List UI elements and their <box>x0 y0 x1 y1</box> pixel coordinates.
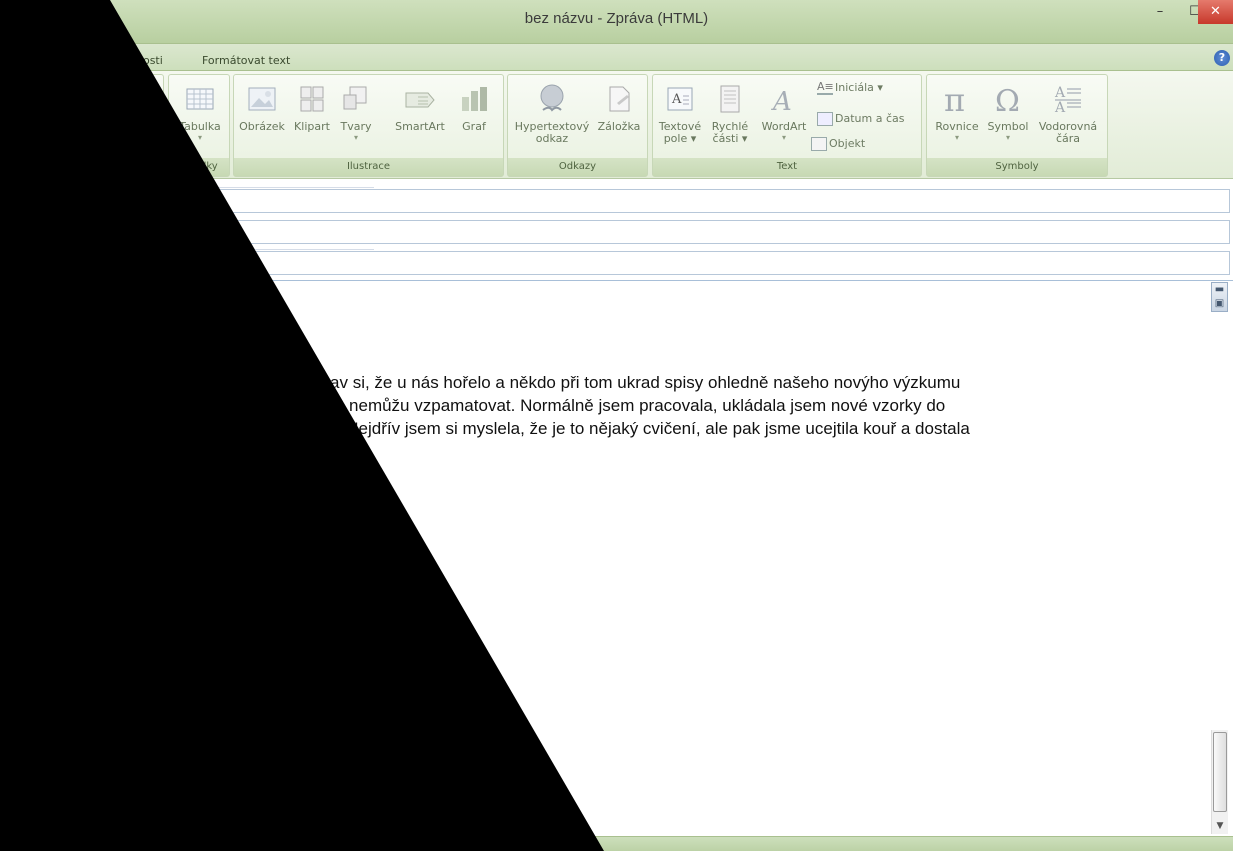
ribbon-group-text: A Textové pole ▾ Rychlé části ▾ A WordAr… <box>652 74 922 177</box>
vertical-scrollbar[interactable]: ▼ <box>1211 730 1228 834</box>
equation-button[interactable]: π Rovnice ▾ <box>929 81 985 143</box>
textbox-button[interactable]: A Textové pole ▾ <box>655 83 705 145</box>
quickparts-icon <box>720 85 740 113</box>
datetime-icon <box>817 112 833 126</box>
calendar-icon <box>68 88 94 112</box>
table-button[interactable]: Tabulka ▾ <box>173 83 227 143</box>
clipart-button[interactable]: Klipart <box>288 83 336 133</box>
dropcap-icon: A≡ <box>817 80 834 95</box>
signature-pen-icon <box>124 86 148 112</box>
body-line: rm. Nejdřív jsem si myslela, že je to ně… <box>317 419 970 438</box>
ribbon-tabs: Vložení Možnosti Formátovat text <box>0 44 1233 72</box>
picture-button[interactable]: Obrázek <box>234 83 290 133</box>
picture-icon <box>248 87 276 111</box>
cc-field[interactable] <box>90 220 1230 244</box>
close-button[interactable]: ✕ <box>1198 0 1233 24</box>
table-icon <box>186 88 214 110</box>
omega-symbol-icon: Ω <box>995 84 1020 119</box>
dropcap-button[interactable]: A≡Iniciála ▾ <box>817 81 883 95</box>
wordart-button[interactable]: A WordArt ▾ <box>757 83 811 143</box>
scrollbar-thumb[interactable] <box>1213 732 1227 812</box>
field-divider <box>120 249 374 250</box>
body-line: z toho nemůžu vzpamatovat. Normálně jsem… <box>298 396 946 415</box>
ribbon: dář Podpis ▾ ⊡ Tabulka ▾ Tabulky Obrázek <box>0 71 1233 179</box>
svg-text:π: π <box>944 83 965 115</box>
dialog-launcher-icon[interactable]: ⊡ <box>152 164 159 173</box>
signature-button[interactable]: Podpis ▾ <box>111 83 161 143</box>
help-icon[interactable]: ? <box>1214 50 1230 66</box>
scroll-down-icon[interactable]: ▼ <box>1212 818 1228 834</box>
group-label-tabulky: Tabulky <box>169 158 229 176</box>
svg-text:A: A <box>1054 100 1066 115</box>
chart-button[interactable]: Graf <box>452 83 496 133</box>
group-label-text: Text <box>653 158 921 176</box>
ruler-toggle-icon[interactable]: ▬ ▣ <box>1211 282 1228 312</box>
object-button[interactable]: Objekt <box>811 137 865 151</box>
shapes-icon <box>343 86 367 110</box>
horizontal-line-icon: AA <box>1054 85 1081 116</box>
message-body[interactable]: !!! Představ si, že u nás hořelo a někdo… <box>240 371 1233 440</box>
message-body-border <box>0 280 1233 281</box>
outlook-message-window: ↶ ↷ ▾ bez názvu - Zpráva (HTML) – ☐ ✕ Vl… <box>0 0 1233 851</box>
tab-formatovat-text[interactable]: Formátovat text <box>194 50 298 72</box>
status-bar <box>0 836 1233 851</box>
smartart-button[interactable]: SmartArt <box>390 83 450 133</box>
smartart-icon <box>405 92 435 108</box>
tab-vlozeni[interactable]: Vložení <box>20 50 78 72</box>
group-label-ilustrace: Ilustrace <box>234 158 503 176</box>
textbox-icon: A <box>667 87 693 111</box>
ribbon-group-links: Hypertextový odkaz Záložka Odkazy <box>507 74 648 177</box>
ribbon-group-include: dář Podpis ▾ ⊡ <box>30 74 164 177</box>
tab-moznosti[interactable]: Možnosti <box>106 50 171 72</box>
svg-text:A: A <box>671 92 682 107</box>
datetime-button[interactable]: Datum a čas <box>817 112 904 126</box>
bookmark-button[interactable]: Záložka <box>594 83 644 133</box>
chart-icon <box>462 87 487 111</box>
wordart-icon: A <box>771 87 792 117</box>
minimize-button[interactable]: – <box>1142 0 1178 24</box>
svg-text:Ω: Ω <box>995 84 1020 115</box>
group-label-symboly: Symboly <box>927 158 1107 176</box>
object-icon <box>811 137 827 151</box>
to-field[interactable]: sky@seznam.cz <box>90 189 1230 213</box>
ribbon-group-illustrations: Obrázek Klipart Tvary ▾ SmartArt Graf Il… <box>233 74 504 177</box>
hyperlink-globe-icon <box>540 84 564 112</box>
calendar-button[interactable]: dář <box>61 83 101 133</box>
ribbon-group-tables: Tabulka ▾ Tabulky <box>168 74 230 177</box>
bookmark-icon <box>609 86 630 112</box>
symbol-button[interactable]: Ω Symbol ▾ <box>985 83 1031 143</box>
horizontal-line-button[interactable]: AA Vodorovná čára <box>1033 83 1103 145</box>
svg-text:A: A <box>1054 85 1066 101</box>
svg-text:A: A <box>771 87 792 115</box>
subject-field[interactable] <box>90 251 1230 275</box>
shapes-button[interactable]: Tvary ▾ <box>336 83 376 143</box>
group-label-odkazy: Odkazy <box>508 158 647 176</box>
window-title: bez názvu - Zpráva (HTML) <box>524 10 709 27</box>
body-line: !!! Představ si, že u nás hořelo a někdo… <box>262 373 961 392</box>
ribbon-group-symbols: π Rovnice ▾ Ω Symbol ▾ AA Vodorovná čára… <box>926 74 1108 177</box>
title-bar: ↶ ↷ ▾ bez názvu - Zpráva (HTML) – ☐ ✕ <box>0 0 1233 44</box>
hyperlink-button[interactable]: Hypertextový odkaz <box>512 83 592 145</box>
clipart-icon <box>300 86 324 112</box>
quickparts-button[interactable]: Rychlé části ▾ <box>707 83 753 145</box>
pi-equation-icon: π <box>944 81 965 119</box>
field-divider <box>120 187 374 188</box>
